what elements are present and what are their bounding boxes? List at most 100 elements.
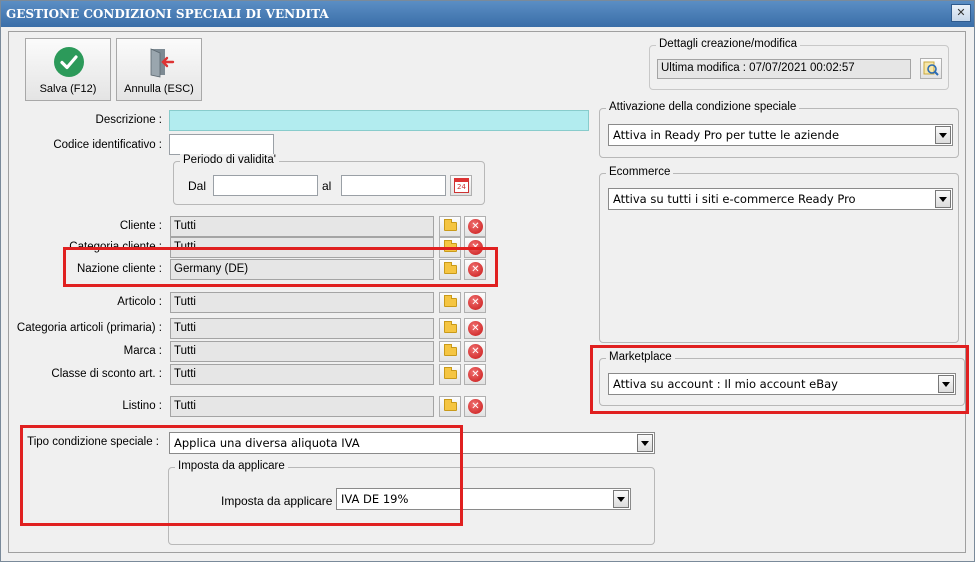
check-circle-icon — [54, 47, 84, 77]
clear-icon: ✕ — [468, 219, 483, 234]
dal-label: Dal — [188, 179, 207, 193]
listino-browse-button[interactable] — [439, 396, 461, 417]
tipo-condizione-select[interactable]: Applica una diversa aliquota IVA — [169, 432, 655, 454]
dettagli-button[interactable] — [920, 58, 942, 79]
articolo-browse-button[interactable] — [439, 292, 461, 313]
al-label: al — [322, 179, 332, 193]
nazione-cliente-browse-button[interactable] — [439, 259, 461, 280]
imposta-select[interactable]: IVA DE 19% — [336, 488, 631, 510]
al-input[interactable] — [341, 175, 446, 196]
clear-icon: ✕ — [468, 240, 483, 255]
chevron-down-icon — [613, 490, 629, 508]
listino-input: Tutti — [170, 396, 434, 417]
marca-browse-button[interactable] — [439, 341, 461, 362]
categoria-articoli-browse-button[interactable] — [439, 318, 461, 339]
cliente-clear-button[interactable]: ✕ — [464, 216, 486, 237]
periodo-title: Periodo di validita' — [180, 154, 279, 166]
clear-icon: ✕ — [468, 367, 483, 382]
dialog-content: Salva (F12) Annulla (ESC) Descrizione : … — [8, 31, 966, 553]
classe-sconto-browse-button[interactable] — [439, 364, 461, 385]
categoria-cliente-clear-button[interactable]: ✕ — [464, 237, 486, 258]
categoria-cliente-browse-button[interactable] — [439, 237, 461, 258]
nazione-cliente-label: Nazione cliente : — [76, 263, 162, 275]
articolo-input: Tutti — [170, 292, 434, 313]
categoria-articoli-label: Categoria articoli (primaria) : — [16, 322, 162, 334]
cancel-button-label: Annulla (ESC) — [124, 83, 194, 95]
folder-icon — [444, 367, 457, 379]
imposta-group: Imposta da applicare Imposta da applicar… — [168, 460, 655, 545]
tipo-condizione-value: Applica una diversa aliquota IVA — [174, 436, 360, 450]
cliente-browse-button[interactable] — [439, 216, 461, 237]
folder-icon — [444, 321, 457, 333]
descrizione-input[interactable] — [169, 110, 589, 131]
attivazione-title: Attivazione della condizione speciale — [606, 101, 800, 113]
calendar-icon: 24 — [454, 178, 469, 193]
marketplace-value: Attiva su account : Il mio account eBay — [613, 377, 838, 391]
attivazione-select[interactable]: Attiva in Ready Pro per tutte le aziende — [608, 124, 953, 146]
clear-icon: ✕ — [468, 399, 483, 414]
marketplace-group: Marketplace Attiva su account : Il mio a… — [599, 351, 965, 406]
folder-icon — [444, 295, 457, 307]
nazione-cliente-input: Germany (DE) — [170, 259, 434, 280]
cancel-button[interactable]: Annulla (ESC) — [116, 38, 202, 101]
save-button-label: Salva (F12) — [39, 83, 97, 95]
marketplace-title: Marketplace — [606, 351, 675, 363]
imposta-label: Imposta da applicare : — [221, 494, 340, 508]
chevron-down-icon — [938, 375, 954, 393]
descrizione-label: Descrizione : — [95, 114, 162, 126]
classe-sconto-clear-button[interactable]: ✕ — [464, 364, 486, 385]
folder-icon — [444, 219, 457, 231]
marca-clear-button[interactable]: ✕ — [464, 341, 486, 362]
clear-icon: ✕ — [468, 295, 483, 310]
classe-sconto-label: Classe di sconto art. : — [51, 368, 162, 380]
clear-icon: ✕ — [468, 344, 483, 359]
marca-input: Tutti — [170, 341, 434, 362]
listino-clear-button[interactable]: ✕ — [464, 396, 486, 417]
listino-label: Listino : — [122, 400, 162, 412]
calendar-button[interactable]: 24 — [450, 175, 472, 196]
clear-icon: ✕ — [468, 262, 483, 277]
magnifier-icon — [923, 61, 939, 76]
categoria-cliente-label: Categoria cliente : — [69, 241, 162, 253]
periodo-group: Periodo di validita' Dal al 24 — [173, 154, 485, 205]
dettagli-title: Dettagli creazione/modifica — [656, 38, 801, 50]
folder-icon — [444, 240, 457, 252]
imposta-value: IVA DE 19% — [341, 492, 409, 506]
ecommerce-group: Ecommerce Attiva su tutti i siti e-comme… — [599, 166, 959, 343]
cliente-label: Cliente : — [119, 220, 162, 232]
codice-label: Codice identificativo : — [53, 139, 162, 151]
imposta-group-title: Imposta da applicare — [175, 460, 288, 472]
classe-sconto-input: Tutti — [170, 364, 434, 385]
folder-icon — [444, 344, 457, 356]
cliente-input: Tutti — [170, 216, 434, 237]
ultima-modifica-field: Ultima modifica : 07/07/2021 00:02:57 — [657, 59, 911, 79]
categoria-articoli-input: Tutti — [170, 318, 434, 339]
dal-input[interactable] — [213, 175, 318, 196]
exit-door-icon — [150, 48, 175, 78]
dettagli-group: Dettagli creazione/modifica Ultima modif… — [649, 38, 949, 90]
clear-icon: ✕ — [468, 321, 483, 336]
folder-icon — [444, 399, 457, 411]
ecommerce-title: Ecommerce — [606, 166, 674, 178]
attivazione-group: Attivazione della condizione speciale At… — [599, 101, 959, 158]
codice-input[interactable] — [169, 134, 274, 155]
marketplace-select[interactable]: Attiva su account : Il mio account eBay — [608, 373, 956, 395]
attivazione-value: Attiva in Ready Pro per tutte le aziende — [613, 128, 840, 142]
ecommerce-value: Attiva su tutti i siti e-commerce Ready … — [613, 192, 856, 206]
close-button[interactable]: ✕ — [951, 4, 971, 22]
window-title: GESTIONE CONDIZIONI SPECIALI DI VENDITA — [6, 7, 329, 21]
chevron-down-icon — [935, 190, 951, 208]
marca-label: Marca : — [123, 345, 162, 357]
categoria-articoli-clear-button[interactable]: ✕ — [464, 318, 486, 339]
articolo-label: Articolo : — [117, 296, 162, 308]
tipo-condizione-label: Tipo condizione speciale : — [27, 436, 159, 448]
nazione-cliente-clear-button[interactable]: ✕ — [464, 259, 486, 280]
categoria-cliente-input: Tutti — [170, 237, 434, 258]
window-titlebar: GESTIONE CONDIZIONI SPECIALI DI VENDITA … — [1, 1, 974, 27]
save-button[interactable]: Salva (F12) — [25, 38, 111, 101]
chevron-down-icon — [637, 434, 653, 452]
chevron-down-icon — [935, 126, 951, 144]
folder-icon — [444, 262, 457, 274]
articolo-clear-button[interactable]: ✕ — [464, 292, 486, 313]
ecommerce-select[interactable]: Attiva su tutti i siti e-commerce Ready … — [608, 188, 953, 210]
